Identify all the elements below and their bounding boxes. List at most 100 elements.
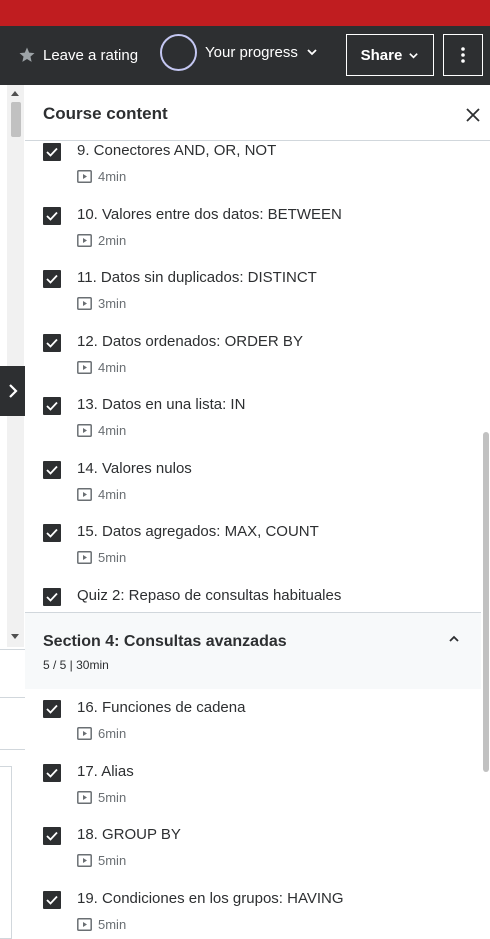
checkmark-icon xyxy=(46,401,58,411)
panel-scrollbar[interactable] xyxy=(481,142,490,939)
checkmark-icon xyxy=(46,704,58,714)
lecture-duration: 5min xyxy=(98,550,127,565)
scrollbar-thumb[interactable] xyxy=(11,102,21,137)
lecture-title: 12. Datos ordenados: ORDER BY xyxy=(77,332,303,350)
kebab-menu-icon xyxy=(461,47,465,63)
completed-checkbox[interactable] xyxy=(43,397,61,415)
checkmark-icon xyxy=(46,528,58,538)
lecture-meta: 2min xyxy=(77,233,126,248)
lecture-item[interactable]: 12. Datos ordenados: ORDER BY 4min xyxy=(25,333,480,397)
more-options-button[interactable] xyxy=(443,34,483,76)
completed-checkbox[interactable] xyxy=(43,206,61,225)
checkmark-icon xyxy=(46,338,58,348)
video-icon xyxy=(77,551,92,564)
lecture-item[interactable]: 9. Conectores AND, OR, NOT 4min xyxy=(25,142,480,206)
checkmark-icon xyxy=(46,768,58,778)
expand-sidebar-button[interactable] xyxy=(0,366,25,416)
section-4-header[interactable]: Section 4: Consultas avanzadas 5 / 5 | 3… xyxy=(25,612,483,689)
section-title: Section 4: Consultas avanzadas xyxy=(43,633,287,650)
lecture-title: 17. Alias xyxy=(77,762,134,780)
lecture-title: 9. Conectores AND, OR, NOT xyxy=(77,142,277,159)
lecture-meta: 4min xyxy=(77,169,126,184)
checkmark-icon xyxy=(46,592,58,602)
chevron-up-icon xyxy=(449,635,459,642)
lecture-duration: 4min xyxy=(98,169,127,184)
video-icon xyxy=(77,297,92,310)
star-icon xyxy=(19,47,35,62)
chevron-down-icon xyxy=(409,52,419,59)
lecture-duration: 5min xyxy=(98,916,127,932)
chevron-down-icon xyxy=(307,49,317,56)
lecture-meta: 4min xyxy=(77,423,126,438)
lecture-duration: 4min xyxy=(98,486,127,502)
your-progress-label: Your progress xyxy=(205,43,298,61)
lecture-item[interactable]: 15. Datos agregados: MAX, COUNT 5min xyxy=(25,523,480,587)
scroll-up-arrow-icon[interactable] xyxy=(11,91,19,96)
lecture-meta: 4min xyxy=(77,360,126,375)
section-meta: 5 / 5 | 30min xyxy=(43,658,109,672)
chevron-right-icon xyxy=(8,384,18,398)
close-panel-button[interactable] xyxy=(461,103,485,127)
lecture-title: 18. GROUP BY xyxy=(77,826,181,843)
completed-checkbox[interactable] xyxy=(43,763,61,782)
lecture-title: 14. Valores nulos xyxy=(77,459,192,477)
completed-checkbox[interactable] xyxy=(43,524,61,542)
lecture-duration: 6min xyxy=(98,726,127,741)
share-label: Share xyxy=(360,46,403,64)
your-progress-button[interactable]: Your progress xyxy=(160,33,318,71)
checkmark-icon xyxy=(46,147,58,157)
lecture-item[interactable]: 19. Condiciones en los grupos: HAVING 5mi… xyxy=(25,890,480,939)
lecture-item[interactable]: 14. Valores nulos 4min xyxy=(25,460,480,524)
divider xyxy=(0,649,25,650)
lecture-item[interactable]: 18. GROUP BY 5min xyxy=(25,826,480,890)
lecture-meta: 5min xyxy=(77,790,126,805)
course-header: Leave a rating Your progress Share xyxy=(0,26,490,85)
video-icon xyxy=(77,487,92,501)
lecture-duration: 3min xyxy=(98,296,127,311)
video-icon xyxy=(77,424,92,437)
lecture-item[interactable]: 10. Valores entre dos datos: BETWEEN 2min xyxy=(25,206,480,270)
lecture-item[interactable]: 17. Alias 5min xyxy=(25,763,480,827)
lecture-meta: 3min xyxy=(77,296,126,311)
video-icon xyxy=(77,790,92,804)
close-icon xyxy=(466,108,480,122)
lecture-duration: 2min xyxy=(98,232,127,248)
lecture-title: Quiz 2: Repaso de consultas habituales xyxy=(77,586,342,604)
lecture-duration: 5min xyxy=(98,789,127,805)
checkmark-icon xyxy=(46,831,58,841)
lecture-meta: 5min xyxy=(77,550,126,565)
scrollbar-thumb[interactable] xyxy=(483,432,489,772)
completed-checkbox[interactable] xyxy=(43,700,61,718)
lecture-title: 16. Funciones de cadena xyxy=(77,699,246,716)
divider xyxy=(0,749,25,750)
lecture-meta: 5min xyxy=(77,917,126,932)
completed-checkbox[interactable] xyxy=(43,270,61,288)
scroll-down-arrow-icon[interactable] xyxy=(11,634,19,639)
completed-checkbox[interactable] xyxy=(43,587,61,606)
lecture-item[interactable]: 13. Datos en una lista: IN 4min xyxy=(25,396,480,460)
video-icon xyxy=(77,360,92,374)
leave-rating-button[interactable]: Leave a rating xyxy=(18,43,138,67)
completed-checkbox[interactable] xyxy=(43,460,61,479)
lecture-title: 15. Datos agregados: MAX, COUNT xyxy=(77,523,319,540)
completed-checkbox[interactable] xyxy=(43,143,61,161)
completed-checkbox[interactable] xyxy=(43,890,61,909)
video-icon xyxy=(77,233,92,247)
lecture-meta: 6min xyxy=(77,726,126,741)
lecture-item[interactable]: 11. Datos sin duplicados: DISTINCT 3min xyxy=(25,269,480,333)
share-button[interactable]: Share xyxy=(346,34,434,76)
lecture-title: 13. Datos en una lista: IN xyxy=(77,396,246,413)
checkmark-icon xyxy=(46,895,58,905)
leave-rating-label: Leave a rating xyxy=(43,46,139,64)
lecture-title: 11. Datos sin duplicados: DISTINCT xyxy=(77,269,317,286)
completed-checkbox[interactable] xyxy=(43,333,61,352)
lecture-title: 10. Valores entre dos datos: BETWEEN xyxy=(77,205,342,223)
lecture-item[interactable]: 16. Funciones de cadena 6min xyxy=(25,699,480,763)
lecture-title: 19. Condiciones en los grupos: HAVING xyxy=(77,889,344,907)
video-icon xyxy=(77,854,92,867)
video-icon xyxy=(77,170,92,183)
checkmark-icon xyxy=(46,211,58,221)
completed-checkbox[interactable] xyxy=(43,827,61,845)
top-banner-strip xyxy=(0,0,490,26)
course-content-panel: Course content 9. Conectores AND, OR, NO… xyxy=(25,85,490,939)
